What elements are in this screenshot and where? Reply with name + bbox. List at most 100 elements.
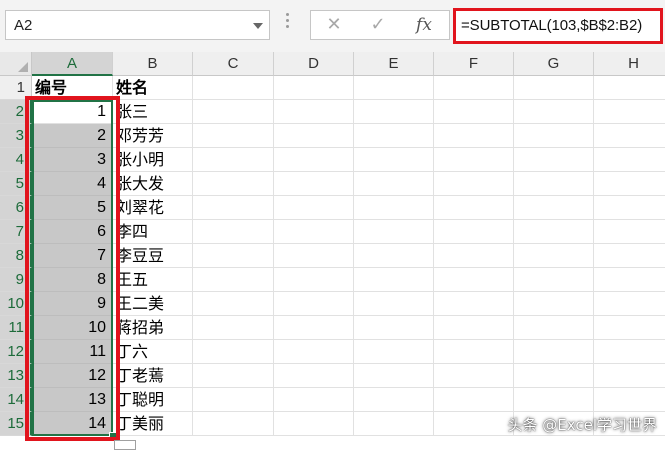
cell-a2[interactable]: 1 (32, 100, 113, 124)
cell-c10[interactable] (193, 292, 274, 316)
row-header-6[interactable]: 6 (0, 196, 32, 220)
cell-a12[interactable]: 11 (32, 340, 113, 364)
cell-c15[interactable] (193, 412, 274, 436)
chevron-down-icon[interactable] (253, 23, 263, 29)
cell-h4[interactable] (594, 148, 665, 172)
cell-h14[interactable] (594, 388, 665, 412)
cell-e14[interactable] (354, 388, 434, 412)
cell-a4[interactable]: 3 (32, 148, 113, 172)
cell-g6[interactable] (514, 196, 594, 220)
cell-b13[interactable]: 丁老蔫 (113, 364, 193, 388)
cell-g14[interactable] (514, 388, 594, 412)
cell-e1[interactable] (354, 76, 434, 100)
cell-b4[interactable]: 张小明 (113, 148, 193, 172)
cell-a5[interactable]: 4 (32, 172, 113, 196)
cell-b14[interactable]: 丁聪明 (113, 388, 193, 412)
column-header-a[interactable]: A (32, 52, 113, 76)
cell-h9[interactable] (594, 268, 665, 292)
cell-a1[interactable]: 编号 (32, 76, 113, 100)
cell-d6[interactable] (274, 196, 354, 220)
cell-d4[interactable] (274, 148, 354, 172)
cell-e3[interactable] (354, 124, 434, 148)
quick-analysis-icon[interactable] (114, 440, 136, 450)
cell-g13[interactable] (514, 364, 594, 388)
cell-g1[interactable] (514, 76, 594, 100)
cell-a3[interactable]: 2 (32, 124, 113, 148)
row-header-13[interactable]: 13 (0, 364, 32, 388)
cell-b12[interactable]: 丁六 (113, 340, 193, 364)
cell-d12[interactable] (274, 340, 354, 364)
cell-c2[interactable] (193, 100, 274, 124)
cell-f2[interactable] (434, 100, 514, 124)
cell-b10[interactable]: 王二美 (113, 292, 193, 316)
cell-c12[interactable] (193, 340, 274, 364)
cell-c7[interactable] (193, 220, 274, 244)
cell-c6[interactable] (193, 196, 274, 220)
cell-e9[interactable] (354, 268, 434, 292)
cell-f9[interactable] (434, 268, 514, 292)
select-all-button[interactable] (0, 52, 32, 76)
cell-d14[interactable] (274, 388, 354, 412)
row-header-14[interactable]: 14 (0, 388, 32, 412)
cell-b1[interactable]: 姓名 (113, 76, 193, 100)
cell-b5[interactable]: 张大发 (113, 172, 193, 196)
row-header-3[interactable]: 3 (0, 124, 32, 148)
column-header-b[interactable]: B (113, 52, 193, 76)
cell-e5[interactable] (354, 172, 434, 196)
cell-g5[interactable] (514, 172, 594, 196)
cell-a15[interactable]: 14 (32, 412, 113, 436)
cell-a6[interactable]: 5 (32, 196, 113, 220)
cell-c13[interactable] (193, 364, 274, 388)
row-header-10[interactable]: 10 (0, 292, 32, 316)
cell-a9[interactable]: 8 (32, 268, 113, 292)
cell-d2[interactable] (274, 100, 354, 124)
cell-e13[interactable] (354, 364, 434, 388)
column-header-c[interactable]: C (193, 52, 274, 76)
cell-d1[interactable] (274, 76, 354, 100)
cell-b7[interactable]: 李四 (113, 220, 193, 244)
cell-d8[interactable] (274, 244, 354, 268)
cell-b2[interactable]: 张三 (113, 100, 193, 124)
cell-e8[interactable] (354, 244, 434, 268)
cell-b6[interactable]: 刘翠花 (113, 196, 193, 220)
cancel-icon[interactable]: ✕ (317, 13, 351, 37)
cell-d10[interactable] (274, 292, 354, 316)
cell-f10[interactable] (434, 292, 514, 316)
cell-b15[interactable]: 丁美丽 (113, 412, 193, 436)
cell-f1[interactable] (434, 76, 514, 100)
cell-h5[interactable] (594, 172, 665, 196)
cell-h11[interactable] (594, 316, 665, 340)
cell-a8[interactable]: 7 (32, 244, 113, 268)
cell-h13[interactable] (594, 364, 665, 388)
formula-input[interactable]: =SUBTOTAL(103,$B$2:B2) (453, 8, 663, 44)
cell-g10[interactable] (514, 292, 594, 316)
cell-c5[interactable] (193, 172, 274, 196)
cell-d11[interactable] (274, 316, 354, 340)
cell-e7[interactable] (354, 220, 434, 244)
cell-g4[interactable] (514, 148, 594, 172)
insert-function-icon[interactable]: fx (407, 13, 441, 37)
cell-d15[interactable] (274, 412, 354, 436)
cell-d7[interactable] (274, 220, 354, 244)
cell-h1[interactable] (594, 76, 665, 100)
column-header-f[interactable]: F (434, 52, 514, 76)
cell-c3[interactable] (193, 124, 274, 148)
row-header-5[interactable]: 5 (0, 172, 32, 196)
cell-b11[interactable]: 蒋招弟 (113, 316, 193, 340)
cell-a13[interactable]: 12 (32, 364, 113, 388)
cell-e11[interactable] (354, 316, 434, 340)
cell-a11[interactable]: 10 (32, 316, 113, 340)
column-header-d[interactable]: D (274, 52, 354, 76)
cell-h2[interactable] (594, 100, 665, 124)
cell-c8[interactable] (193, 244, 274, 268)
cell-f14[interactable] (434, 388, 514, 412)
row-header-8[interactable]: 8 (0, 244, 32, 268)
cell-b3[interactable]: 邓芳芳 (113, 124, 193, 148)
cell-c11[interactable] (193, 316, 274, 340)
cell-b9[interactable]: 王五 (113, 268, 193, 292)
cell-f11[interactable] (434, 316, 514, 340)
row-header-7[interactable]: 7 (0, 220, 32, 244)
cell-h3[interactable] (594, 124, 665, 148)
cell-h6[interactable] (594, 196, 665, 220)
cell-e2[interactable] (354, 100, 434, 124)
